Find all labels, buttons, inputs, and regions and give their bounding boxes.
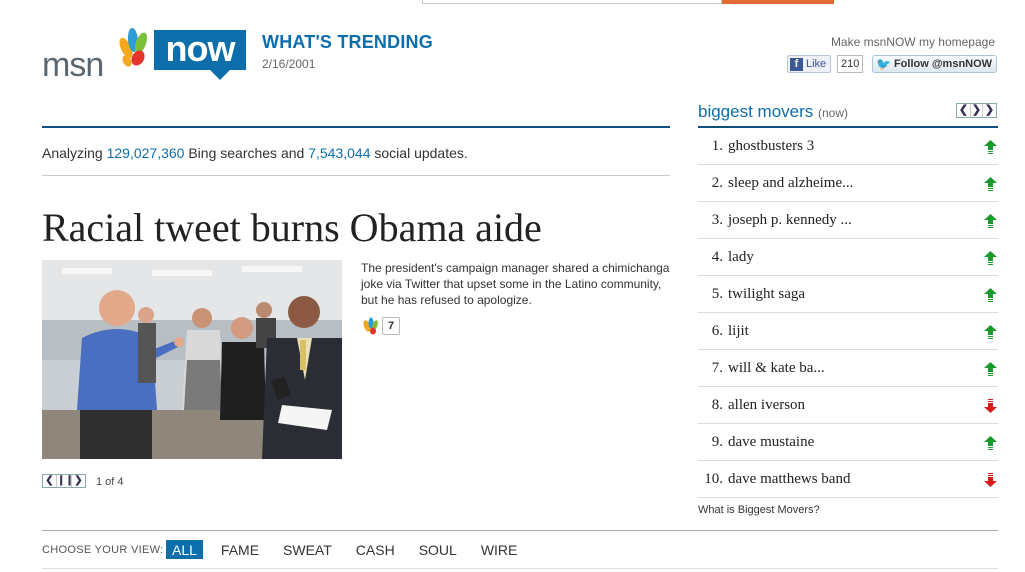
story-summary: The president's campaign manager shared … bbox=[361, 261, 670, 307]
trend-up-arrow-icon bbox=[984, 177, 997, 191]
facebook-like-button[interactable]: f Like bbox=[787, 55, 832, 73]
twitter-bird-icon: 🐦 bbox=[876, 57, 891, 71]
trend-up-arrow-icon bbox=[984, 362, 997, 376]
mover-item[interactable]: 10. dave matthews band bbox=[698, 461, 998, 498]
comment-count: 7 bbox=[382, 317, 401, 335]
mover-item[interactable]: 8. allen iverson bbox=[698, 387, 998, 424]
mover-rank: 1. bbox=[711, 137, 723, 154]
mover-item[interactable]: 1. ghostbusters 3 bbox=[698, 128, 998, 165]
slideshow-pager: ❮ ❙❙ ❯ bbox=[42, 474, 86, 488]
story-photo[interactable] bbox=[42, 260, 342, 459]
tab-sweat[interactable]: SWEAT bbox=[277, 540, 338, 559]
trend-up-arrow-icon bbox=[984, 288, 997, 302]
divider bbox=[42, 175, 670, 176]
msn-butterfly-icon bbox=[119, 28, 148, 67]
facebook-like-count: 210 bbox=[837, 55, 864, 73]
mover-item[interactable]: 6. lijit bbox=[698, 313, 998, 350]
movers-mid-button[interactable]: ❯ bbox=[970, 104, 983, 117]
mover-term[interactable]: lady bbox=[728, 249, 754, 266]
stats-middle: Bing searches and bbox=[188, 145, 305, 161]
newsroom-photo-illustration bbox=[42, 260, 342, 459]
mover-rank: 7. bbox=[711, 359, 723, 376]
analyzing-stats: Analyzing 129,027,360 Bing searches and … bbox=[42, 145, 468, 161]
movers-nav: ❮ ❯ ❯ bbox=[956, 103, 997, 118]
divider bbox=[42, 126, 670, 128]
social-update-count: 7,543,044 bbox=[308, 145, 371, 161]
top-search-button[interactable] bbox=[722, 0, 834, 4]
movers-prev-button[interactable]: ❮ bbox=[957, 104, 970, 117]
twitter-follow-label: Follow @msnNOW bbox=[893, 58, 993, 70]
trend-down-arrow-icon bbox=[984, 473, 997, 487]
mover-rank: 8. bbox=[711, 396, 723, 413]
stats-prefix: Analyzing bbox=[42, 145, 103, 161]
page-indicator: 1 of 4 bbox=[96, 476, 124, 488]
pager-prev-button[interactable]: ❮ bbox=[43, 475, 56, 487]
mover-item[interactable]: 7. will & kate ba... bbox=[698, 350, 998, 387]
tab-soul[interactable]: SOUL bbox=[413, 540, 463, 559]
divider bbox=[42, 568, 998, 569]
mover-term[interactable]: allen iverson bbox=[728, 397, 805, 414]
mover-term[interactable]: dave mustaine bbox=[728, 434, 814, 451]
twitter-follow-button[interactable]: 🐦 Follow @msnNOW bbox=[872, 55, 998, 73]
what-is-biggest-movers-link[interactable]: What is Biggest Movers? bbox=[698, 504, 820, 516]
mover-rank: 10. bbox=[704, 470, 723, 487]
mover-rank: 3. bbox=[711, 211, 723, 228]
trend-up-arrow-icon bbox=[984, 214, 997, 228]
now-badge-tail bbox=[210, 70, 230, 80]
trend-up-arrow-icon bbox=[984, 251, 997, 265]
tab-fame[interactable]: FAME bbox=[215, 540, 265, 559]
section-title: WHAT'S TRENDING bbox=[262, 32, 433, 52]
trend-down-arrow-icon bbox=[984, 399, 997, 413]
pager-next-button[interactable]: ❯ bbox=[72, 475, 85, 487]
mover-rank: 2. bbox=[711, 174, 723, 191]
bing-search-count: 129,027,360 bbox=[106, 145, 185, 161]
tab-wire[interactable]: WIRE bbox=[475, 540, 524, 559]
mover-term[interactable]: sleep and alzheime... bbox=[728, 175, 853, 192]
movers-list: 1. ghostbusters 3 2. sleep and alzheime..… bbox=[698, 128, 998, 498]
tab-cash[interactable]: CASH bbox=[350, 540, 401, 559]
mover-term[interactable]: dave matthews band bbox=[728, 471, 850, 488]
date-label: 2/16/2001 bbox=[262, 57, 316, 71]
now-badge: now bbox=[154, 30, 246, 70]
mover-item[interactable]: 9. dave mustaine bbox=[698, 424, 998, 461]
comment-button[interactable]: 7 bbox=[362, 317, 401, 335]
movers-next-button[interactable]: ❯ bbox=[983, 104, 996, 117]
movers-title: biggest movers (now) bbox=[698, 102, 848, 122]
view-tabs: ALL FAME SWEAT CASH SOUL WIRE bbox=[166, 540, 535, 559]
trend-up-arrow-icon bbox=[984, 436, 997, 450]
mover-rank: 5. bbox=[711, 285, 723, 302]
mover-item[interactable]: 5. twilight saga bbox=[698, 276, 998, 313]
stats-suffix: social updates. bbox=[374, 145, 468, 161]
mover-item[interactable]: 2. sleep and alzheime... bbox=[698, 165, 998, 202]
mover-term[interactable]: will & kate ba... bbox=[728, 360, 825, 377]
trend-up-arrow-icon bbox=[984, 140, 997, 154]
mover-item[interactable]: 4. lady bbox=[698, 239, 998, 276]
trend-up-arrow-icon bbox=[984, 325, 997, 339]
make-homepage-link[interactable]: Make msnNOW my homepage bbox=[831, 35, 995, 49]
facebook-icon: f bbox=[790, 57, 803, 71]
tab-all[interactable]: ALL bbox=[166, 540, 203, 559]
choose-view-label: CHOOSE YOUR VIEW: bbox=[42, 544, 164, 556]
mover-rank: 9. bbox=[711, 433, 723, 450]
movers-subtitle: (now) bbox=[818, 106, 849, 120]
msn-logo-text: msn bbox=[42, 46, 104, 84]
top-search-input[interactable] bbox=[422, 0, 722, 4]
mover-rank: 6. bbox=[711, 322, 723, 339]
mover-term[interactable]: twilight saga bbox=[728, 286, 805, 303]
pager-pause-button[interactable]: ❙❙ bbox=[56, 475, 74, 487]
movers-title-text: biggest movers bbox=[698, 102, 814, 121]
mover-term[interactable]: lijit bbox=[728, 323, 749, 340]
mover-item[interactable]: 3. joseph p. kennedy ... bbox=[698, 202, 998, 239]
divider bbox=[42, 530, 998, 531]
msn-butterfly-comment-icon bbox=[363, 317, 378, 335]
facebook-like-label: Like bbox=[806, 58, 827, 70]
mover-rank: 4. bbox=[711, 248, 723, 265]
mover-term[interactable]: joseph p. kennedy ... bbox=[728, 212, 852, 229]
mover-term[interactable]: ghostbusters 3 bbox=[728, 138, 814, 155]
story-headline[interactable]: Racial tweet burns Obama aide bbox=[42, 204, 542, 251]
